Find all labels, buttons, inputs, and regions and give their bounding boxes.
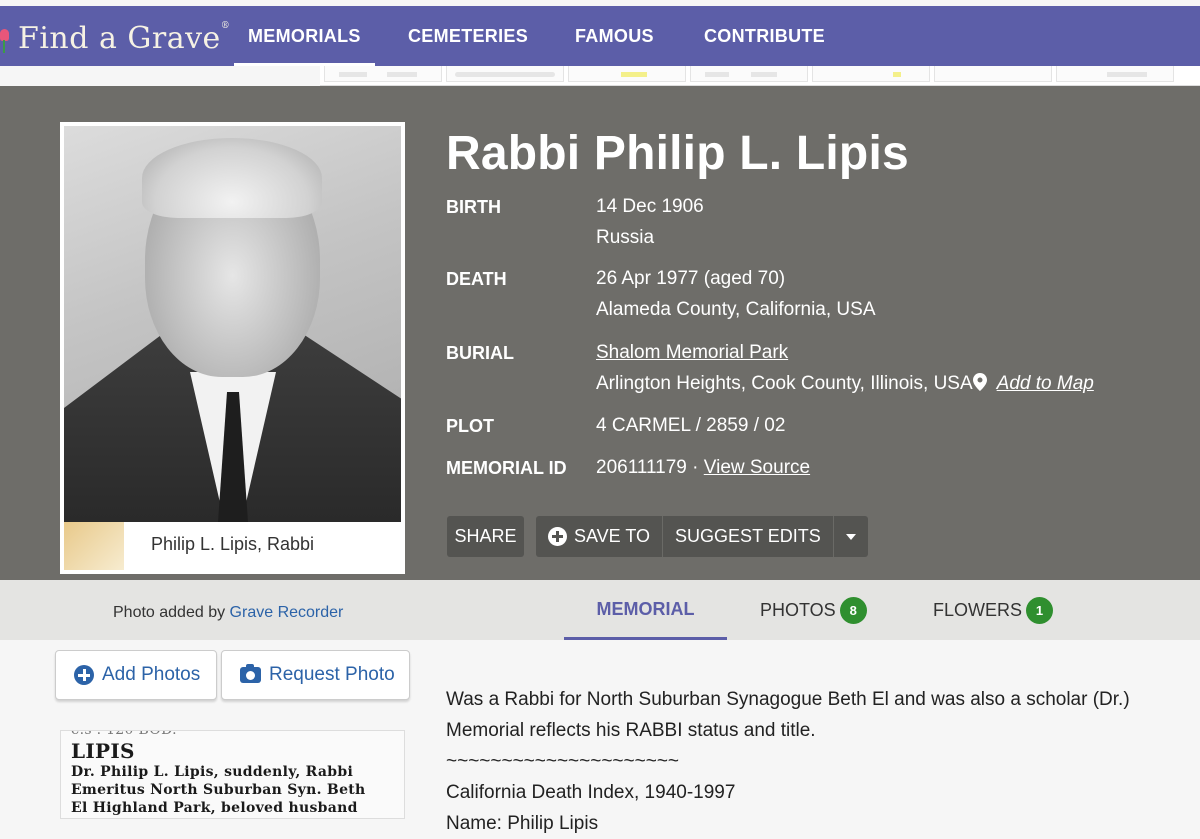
plot-value: 4 CARMEL / 2859 / 02 [596,415,786,436]
nav-contribute[interactable]: CONTRIBUTE [704,6,825,66]
credit-user-link[interactable]: Grave Recorder [230,604,344,621]
more-options-button[interactable] [834,516,868,557]
add-photos-label: Add Photos [102,664,201,685]
bio-line: Memorial reflects his RABBI status and t… [446,720,816,741]
tab-photos[interactable]: PHOTOS 8 [760,580,867,640]
memorial-id-value: 206111179 · View Source [596,452,810,483]
save-suggest-group: SAVE TO SUGGEST EDITS [536,516,868,557]
bio-line: Was a Rabbi for North Suburban Synagogue… [446,689,1130,710]
map-pin-icon [972,373,987,391]
death-place: Alameda County, California, USA [596,299,876,320]
id-separator: · [686,457,704,478]
memorial-name: Rabbi Philip L. Lipis [446,127,909,180]
nav-famous[interactable]: FAMOUS [575,6,654,66]
burial-value: Shalom Memorial Park Arlington Heights, … [596,337,1094,399]
camera-icon [240,664,261,683]
bio-line: ~~~~~~~~~~~~~~~~~~~~~ [446,751,680,772]
photo-caption: Philip L. Lipis, Rabbi [150,534,315,554]
flowers-count-badge: 1 [1026,596,1054,624]
thumbnail[interactable] [934,66,1052,82]
site-logo[interactable]: Find a Grave® [0,18,230,58]
clipping-top: e.s . 120 BOD. [71,730,177,738]
burial-label: BURIAL [446,343,514,363]
death-label: DEATH [446,269,507,289]
death-date: 26 Apr 1977 (aged 70) [596,268,786,289]
birth-date: 14 Dec 1906 [596,196,704,217]
memorial-photo[interactable]: Philip L. Lipis, Rabbi [60,122,405,574]
tab-photos-label: PHOTOS [760,600,836,620]
tab-flowers-label: FLOWERS [933,600,1023,620]
add-photos-button[interactable]: Add Photos [55,650,217,700]
tulip-icon [0,23,10,53]
clipping-line: El Highland Park, beloved husband [71,800,358,816]
memorial-id: 206111179 [596,457,687,478]
plot-label: PLOT [446,416,494,436]
memorial-bio: Was a Rabbi for North Suburban Synagogue… [446,684,1166,839]
death-value: 26 Apr 1977 (aged 70) Alameda County, Ca… [596,263,876,325]
thumbnail[interactable] [568,66,686,82]
save-to-button[interactable]: SAVE TO [536,516,664,557]
birth-place: Russia [596,227,655,248]
share-button[interactable]: SHARE [447,516,524,557]
thumbnail[interactable] [324,66,442,82]
view-source-link[interactable]: View Source [704,457,810,478]
memorial-header: Philip L. Lipis, Rabbi Rabbi Philip L. L… [0,86,1200,580]
add-to-map-link[interactable]: Add to Map [997,373,1094,394]
bio-line: Name: Philip Lipis [446,813,599,834]
thumbnail[interactable] [446,66,564,82]
credit-prefix: Photo added by [113,604,230,621]
clipping-line: Dr. Philip L. Lipis, suddenly, Rabbi [71,764,354,780]
tab-memorial[interactable]: MEMORIAL [564,580,727,640]
plus-circle-icon [74,665,94,685]
cemetery-link[interactable]: Shalom Memorial Park [596,342,788,363]
nav-cemeteries[interactable]: CEMETERIES [408,6,528,66]
thumbnail[interactable] [690,66,808,82]
memorial-id-label: MEMORIAL ID [446,458,567,478]
clipping-surname: LIPIS [71,739,135,763]
tab-bar: Photo added by Grave Recorder MEMORIAL P… [0,580,1200,640]
thumbnail[interactable] [1056,66,1174,82]
request-photo-label: Request Photo [269,664,395,685]
plus-circle-icon [548,527,567,546]
suggest-edits-button[interactable]: SUGGEST EDITS [663,516,834,557]
clipping-line: Emeritus North Suburban Syn. Beth [71,782,366,798]
memorial-content: Add Photos Request Photo e.s . 120 BOD. … [0,640,1200,834]
top-nav: Find a Grave® MEMORIALS CEMETERIES FAMOU… [0,6,1200,66]
photos-count-badge: 8 [839,596,867,624]
birth-value: 14 Dec 1906 Russia [596,191,704,253]
birth-label: BIRTH [446,197,501,217]
bio-line: California Death Index, 1940-1997 [446,782,736,803]
nav-memorials[interactable]: MEMORIALS [234,6,375,66]
save-to-label: SAVE TO [574,526,651,546]
thumbnail[interactable] [812,66,930,82]
logo-text: Find a Grave® [18,20,231,56]
request-photo-button[interactable]: Request Photo [221,650,410,700]
thumbnail-strip [320,66,1200,86]
obituary-clipping[interactable]: e.s . 120 BOD. LIPIS Dr. Philip L. Lipis… [60,730,405,819]
photo-credit: Photo added by Grave Recorder [113,604,343,622]
burial-place: Arlington Heights, Cook County, Illinois… [596,373,973,394]
caret-down-icon [845,533,856,540]
tab-flowers[interactable]: FLOWERS 1 [933,580,1054,640]
